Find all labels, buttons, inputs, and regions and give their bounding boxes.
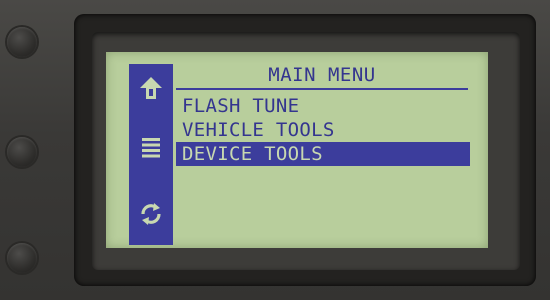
menu-item-device-tools[interactable]: DEVICE TOOLS — [176, 142, 470, 166]
lcd-sidebar — [129, 64, 173, 245]
refresh-icon[interactable] — [137, 200, 165, 228]
device-button-bottom[interactable] — [7, 243, 37, 273]
lcd-screen: MAIN MENU FLASH TUNE VEHICLE TOOLS DEVIC… — [106, 52, 488, 248]
home-up-arrow-icon[interactable] — [137, 74, 165, 102]
device-button-middle[interactable] — [7, 137, 37, 167]
list-icon[interactable] — [137, 134, 165, 162]
menu-item-flash-tune[interactable]: FLASH TUNE — [176, 94, 470, 118]
title-divider — [176, 88, 468, 90]
device-button-top[interactable] — [7, 27, 37, 57]
device-housing: MAIN MENU FLASH TUNE VEHICLE TOOLS DEVIC… — [0, 0, 550, 300]
menu-title: MAIN MENU — [268, 64, 376, 86]
menu-item-vehicle-tools[interactable]: VEHICLE TOOLS — [176, 118, 470, 142]
